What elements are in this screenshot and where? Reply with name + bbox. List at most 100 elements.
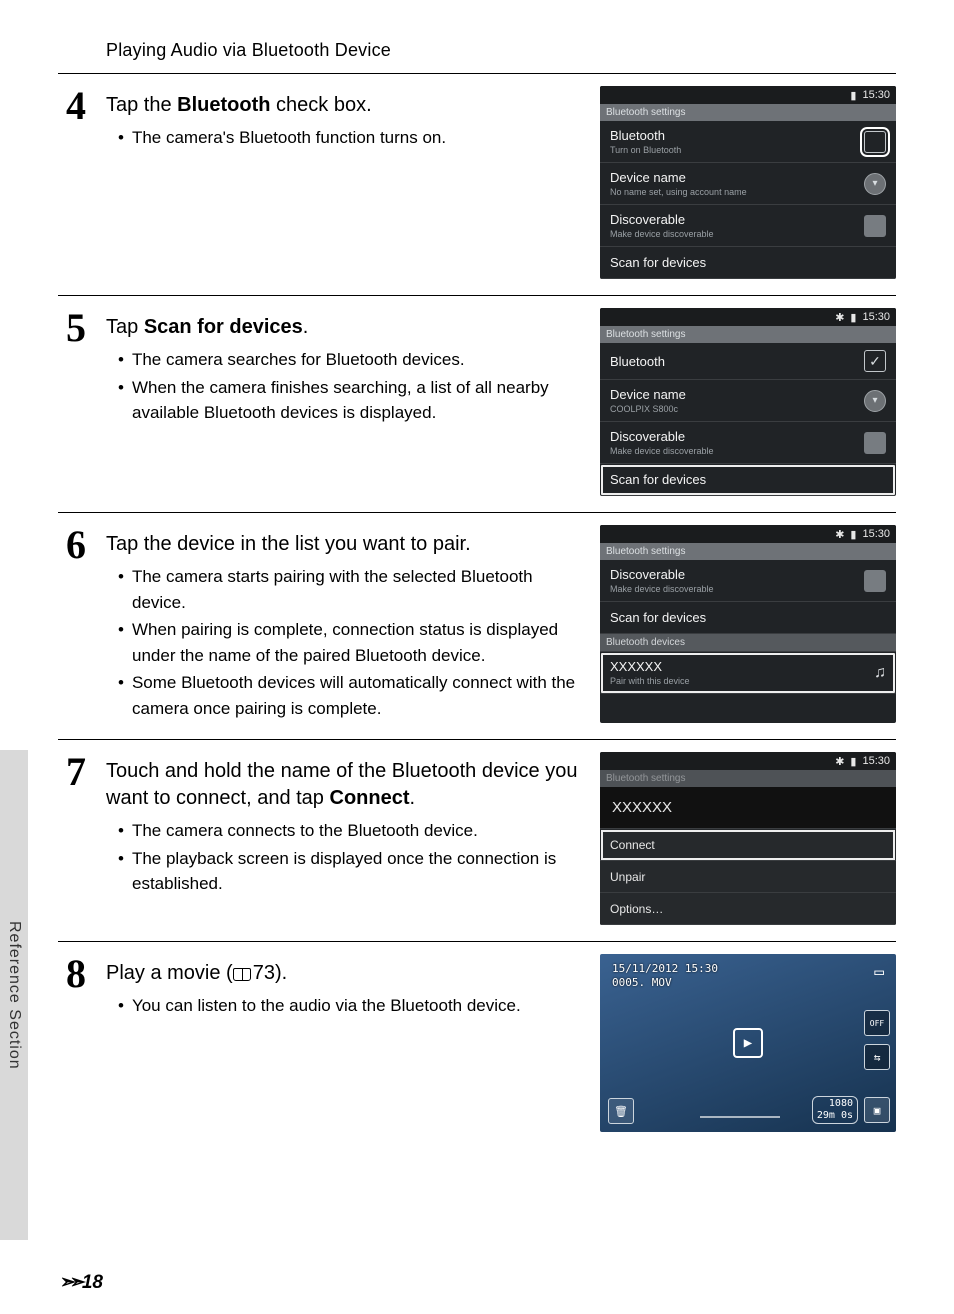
- trash-icon[interactable]: 🗑: [608, 1098, 634, 1124]
- row-discoverable[interactable]: DiscoverableMake device discoverable: [600, 205, 896, 247]
- step-heading: Touch and hold the name of the Bluetooth…: [106, 758, 586, 812]
- breadcrumb: Bluetooth settings: [600, 770, 896, 787]
- time-remaining: 29m 0s: [817, 1110, 853, 1122]
- row-bluetooth[interactable]: Bluetooth: [600, 343, 896, 380]
- breadcrumb: Bluetooth settings: [600, 326, 896, 343]
- bullet: When pairing is complete, connection sta…: [118, 617, 586, 668]
- row-title: XXXXXX: [610, 659, 690, 674]
- screenshot-bluetooth-settings: ✱ ▮ 15:30 Bluetooth settings Bluetooth D…: [600, 308, 896, 496]
- playback-info: 15/11/2012 15:30 0005. MOV: [612, 962, 718, 991]
- text: Play a movie (: [106, 962, 233, 984]
- filename: 0005. MOV: [612, 976, 718, 990]
- screenshot-playback: 15/11/2012 15:30 0005. MOV ▭ ▶ OFF ⇆ 🗑 1…: [600, 954, 896, 1132]
- battery-icon: ▮: [850, 755, 856, 768]
- row-device-name[interactable]: Device name COOLPIX S800c ▾: [600, 380, 896, 422]
- menu-label: Unpair: [610, 870, 645, 884]
- row-sub: Make device discoverable: [610, 446, 714, 456]
- text-bold: Scan for devices: [144, 316, 303, 338]
- section-header: Bluetooth devices: [600, 634, 896, 652]
- row-bluetooth[interactable]: Bluetooth Turn on Bluetooth: [600, 121, 896, 163]
- text: Tap: [106, 316, 144, 338]
- chevron-down-icon[interactable]: ▾: [864, 390, 886, 412]
- play-button[interactable]: ▶: [733, 1028, 763, 1058]
- menu-item-connect[interactable]: Connect: [600, 829, 896, 861]
- headphone-icon: ♫: [874, 664, 886, 682]
- menu-label: Connect: [610, 838, 655, 852]
- recording-info: 1080 29m 0s: [812, 1096, 858, 1124]
- row-title: Discoverable: [610, 429, 714, 444]
- datetime: 15/11/2012 15:30: [612, 962, 718, 976]
- share-icon[interactable]: ⇆: [864, 1044, 890, 1070]
- row-sub: Turn on Bluetooth: [610, 145, 681, 155]
- text: .: [410, 787, 416, 809]
- row-title: Bluetooth: [610, 128, 681, 143]
- menu-item-unpair[interactable]: Unpair: [600, 861, 896, 893]
- bullet: The camera searches for Bluetooth device…: [118, 347, 586, 373]
- reference-section-icon: ➣➣: [60, 1271, 80, 1294]
- row-sub: No name set, using account name: [610, 187, 747, 197]
- step-heading: Tap the device in the list you want to p…: [106, 531, 586, 558]
- row-title: Scan for devices: [610, 255, 706, 270]
- row-title: Scan for devices: [610, 472, 706, 487]
- clock: 15:30: [862, 528, 890, 540]
- step-8: 8 Play a movie (73). You can listen to t…: [58, 942, 896, 1148]
- sidebar-label: Reference Section: [5, 921, 23, 1070]
- status-bar: ✱ ▮ 15:30: [600, 308, 896, 326]
- step-6: 6 Tap the device in the list you want to…: [58, 513, 896, 740]
- status-bar: ▮ 15:30: [600, 86, 896, 104]
- screenshot-bluetooth-settings: ▮ 15:30 Bluetooth settings Bluetooth Turn…: [600, 86, 896, 279]
- progress-bar[interactable]: [700, 1116, 780, 1118]
- step-heading: Tap Scan for devices.: [106, 314, 586, 341]
- page-number: ➣➣ 18: [60, 1271, 103, 1294]
- resolution: 1080: [817, 1098, 853, 1110]
- step-4: 4 Tap the Bluetooth check box. The camer…: [58, 74, 896, 296]
- chevron-down-icon[interactable]: ▾: [864, 173, 886, 195]
- step-heading: Tap the Bluetooth check box.: [106, 92, 586, 119]
- checkbox-icon[interactable]: [864, 570, 886, 592]
- bullet: You can listen to the audio via the Blue…: [118, 993, 586, 1019]
- bluetooth-icon: ✱: [835, 755, 844, 768]
- battery-icon: ▮: [850, 89, 856, 102]
- breadcrumb: Bluetooth settings: [600, 543, 896, 560]
- bullet: The camera connects to the Bluetooth dev…: [118, 818, 586, 844]
- text: Tap the: [106, 94, 177, 116]
- status-bar: ✱ ▮ 15:30: [600, 525, 896, 543]
- checkbox-icon[interactable]: [864, 131, 886, 153]
- screenshot-bluetooth-devices: ✱ ▮ 15:30 Bluetooth settings Discoverabl…: [600, 525, 896, 723]
- step-5: 5 Tap Scan for devices. The camera searc…: [58, 296, 896, 513]
- row-title: Discoverable: [610, 212, 714, 227]
- clock: 15:30: [862, 755, 890, 767]
- checkbox-checked-icon[interactable]: [864, 350, 886, 372]
- menu-label: Options…: [610, 902, 663, 916]
- row-scan[interactable]: Scan for devices: [600, 464, 896, 496]
- wifi-off-icon[interactable]: OFF: [864, 1010, 890, 1036]
- battery-icon: ▮: [850, 311, 856, 324]
- text: check box.: [270, 94, 371, 116]
- page-title: Playing Audio via Bluetooth Device: [106, 40, 896, 61]
- sidebar-tab: Reference Section: [0, 750, 28, 1240]
- row-sub: COOLPIX S800c: [610, 404, 686, 414]
- step-7: 7 Touch and hold the name of the Bluetoo…: [58, 740, 896, 942]
- row-discoverable[interactable]: Discoverable Make device discoverable: [600, 422, 896, 464]
- checkbox-icon[interactable]: [864, 432, 886, 454]
- step-number: 6: [58, 525, 94, 723]
- menu-header: XXXXXX: [600, 787, 896, 829]
- row-scan[interactable]: Scan for devices: [600, 602, 896, 634]
- row-scan[interactable]: Scan for devices: [600, 247, 896, 279]
- battery-icon: ▭: [874, 962, 884, 981]
- book-icon: [233, 968, 251, 981]
- breadcrumb: Bluetooth settings: [600, 104, 896, 121]
- row-discoverable[interactable]: DiscoverableMake device discoverable: [600, 560, 896, 602]
- text-bold: Connect: [330, 787, 410, 809]
- clock: 15:30: [862, 89, 890, 101]
- page-number-value: 18: [82, 1272, 103, 1294]
- checkbox-icon[interactable]: [864, 215, 886, 237]
- menu-item-options[interactable]: Options…: [600, 893, 896, 925]
- row-device-name[interactable]: Device nameNo name set, using account na…: [600, 163, 896, 205]
- screenshot-context-menu: ✱ ▮ 15:30 Bluetooth settings XXXXXX Conn…: [600, 752, 896, 925]
- wifi-label: OFF: [870, 1019, 884, 1028]
- row-title: Device name: [610, 387, 686, 402]
- text: ).: [275, 962, 287, 984]
- camera-icon[interactable]: ▣: [864, 1097, 890, 1123]
- row-device[interactable]: XXXXXXPair with this device ♫: [600, 652, 896, 694]
